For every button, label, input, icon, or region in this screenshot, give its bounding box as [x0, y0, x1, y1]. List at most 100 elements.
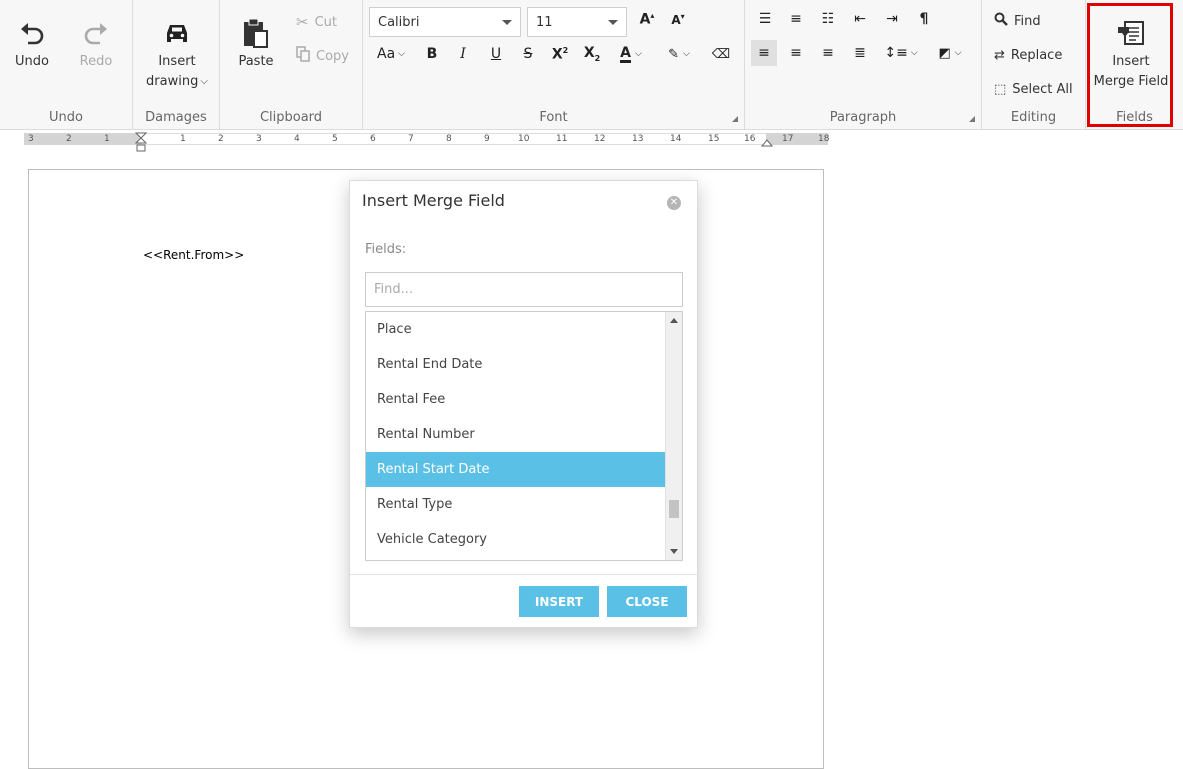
justify-button[interactable]: ≣ [847, 40, 873, 66]
ruler-left-margin [24, 133, 142, 145]
align-center-button[interactable]: ≡ [783, 40, 809, 66]
ruler-number: 9 [484, 134, 490, 144]
multilevel-list-button[interactable]: ☷ [815, 6, 841, 32]
fields-label: Fields: [365, 242, 407, 257]
increase-indent-button[interactable]: ⇥ [879, 6, 905, 32]
align-right-button[interactable]: ≡ [815, 40, 841, 66]
paste-icon [241, 14, 271, 52]
chevron-down-icon: ⌵ [683, 49, 690, 59]
chevron-down-icon: ⌵ [398, 49, 405, 59]
redo-button[interactable]: Redo [76, 14, 116, 72]
ruler-number: 12 [594, 134, 606, 144]
ruler-number: 1 [180, 134, 186, 144]
shading-button[interactable]: ◩ ⌵ [930, 40, 970, 66]
superscript-button[interactable]: X2 [547, 41, 573, 67]
chevron-down-icon: ⌵ [910, 48, 918, 58]
ruler-number: 8 [446, 134, 452, 144]
copy-icon [296, 46, 310, 66]
ruler-number: 13 [632, 134, 644, 144]
subscript-button[interactable]: X2 [579, 41, 605, 67]
italic-button[interactable]: I [450, 41, 476, 67]
fields-list-scrollbar[interactable] [665, 312, 682, 560]
redo-icon [82, 14, 110, 52]
find-field-input[interactable] [365, 272, 683, 307]
chevron-down-icon: ⌵ [200, 76, 208, 87]
italic-icon: I [460, 46, 466, 62]
font-color-button[interactable]: A ⌵ [611, 41, 651, 67]
font-size-select[interactable]: 11 [527, 7, 627, 37]
undo-icon [18, 14, 46, 52]
fields-list[interactable]: Place Rental End Date Rental Fee Rental Num… [365, 311, 683, 561]
change-case-label: Aa [377, 46, 396, 62]
align-left-button[interactable]: ≡ [751, 40, 777, 66]
chevron-down-icon: ⌵ [954, 48, 962, 58]
undo-label: Undo [15, 54, 49, 69]
replace-button[interactable]: ⇄ Replace [994, 43, 1062, 67]
clear-format-button[interactable]: ⌫ [708, 41, 734, 67]
underline-button[interactable]: U [483, 41, 509, 67]
ruler-number: 3 [28, 134, 34, 144]
shrink-font-button[interactable]: A▾ [665, 6, 691, 32]
subscript-icon: X2 [583, 45, 601, 63]
merge-field-text[interactable]: <<Rent.From>> [143, 248, 244, 262]
field-list-item[interactable]: Rental Type [366, 487, 666, 522]
insert-drawing-button[interactable]: Insert drawing ⌵ [139, 14, 215, 92]
field-list-item[interactable]: Rental Start Date [366, 452, 666, 487]
scrollbar-thumb[interactable] [669, 500, 679, 518]
scroll-up-arrow-icon[interactable] [670, 318, 678, 323]
cut-button[interactable]: ✂ Cut [296, 10, 337, 34]
search-icon [994, 12, 1008, 30]
scroll-down-arrow-icon[interactable] [670, 549, 678, 554]
ruler-number: 7 [408, 134, 414, 144]
dialog-divider [350, 574, 697, 575]
insert-button[interactable]: INSERT [519, 586, 599, 617]
ruler-number: 4 [294, 134, 300, 144]
replace-icon: ⇄ [994, 47, 1005, 63]
copy-label: Copy [316, 48, 349, 64]
close-button[interactable]: CLOSE [607, 586, 687, 617]
show-hide-button[interactable]: ¶ [911, 6, 937, 32]
field-list-item[interactable]: Rental Number [366, 417, 666, 452]
increase-indent-icon: ⇥ [886, 11, 898, 27]
indent-marker-icon[interactable] [135, 132, 147, 154]
redo-label: Redo [79, 54, 113, 69]
font-group: Calibri 11 A▴ A▾ Aa ⌵ B I U S X2 X2 A ⌵ … [363, 0, 745, 130]
paste-button[interactable]: Paste [234, 14, 278, 72]
select-all-button[interactable]: ⬚ Select All [994, 77, 1073, 101]
field-list-item[interactable]: Vehicle Category [366, 522, 666, 557]
line-spacing-icon: ↕≡ [884, 45, 908, 61]
chevron-down-icon: ⌵ [635, 49, 642, 59]
bullets-button[interactable]: ☰ [752, 6, 778, 32]
grow-font-button[interactable]: A▴ [634, 6, 660, 32]
clipboard-group: Paste ✂ Cut Copy Clipboard [220, 0, 363, 130]
field-list-item[interactable]: Rental Fee [366, 382, 666, 417]
field-list-item[interactable]: Rental End Date [366, 347, 666, 382]
field-list-item[interactable]: Place [366, 312, 666, 347]
underline-icon: U [490, 46, 502, 62]
bold-button[interactable]: B [419, 41, 445, 67]
numbering-button[interactable]: ≡ [783, 6, 809, 32]
change-case-button[interactable]: Aa ⌵ [371, 41, 411, 67]
font-name-select[interactable]: Calibri [369, 7, 521, 37]
font-size-value: 11 [536, 14, 553, 30]
highlight-color-button[interactable]: ✎ ⌵ [659, 41, 699, 67]
ruler-number: 14 [670, 134, 682, 144]
grow-font-icon: A▴ [639, 10, 655, 28]
decrease-indent-button[interactable]: ⇤ [847, 6, 873, 32]
strikethrough-icon: S [523, 46, 533, 62]
ruler-number: 2 [66, 134, 72, 144]
find-button[interactable]: Find [994, 9, 1041, 33]
line-spacing-button[interactable]: ↕≡ ⌵ [881, 40, 921, 66]
undo-button[interactable]: Undo [12, 14, 52, 72]
close-icon[interactable]: ✕ [667, 196, 681, 210]
undo-group-label: Undo [49, 110, 83, 125]
right-indent-marker-icon[interactable] [761, 137, 773, 147]
editing-group-label: Editing [1010, 110, 1057, 125]
copy-button[interactable]: Copy [296, 44, 349, 68]
strikethrough-button[interactable]: S [515, 41, 541, 67]
ruler-number: 6 [370, 134, 376, 144]
find-label: Find [1014, 13, 1041, 29]
horizontal-ruler[interactable]: 3 2 1 1 2 3 4 5 6 7 8 9 10 11 12 13 14 15 16 17 18 [24, 132, 829, 152]
multilevel-list-icon: ☷ [821, 11, 835, 27]
highlight-annotation-box [1087, 3, 1173, 127]
